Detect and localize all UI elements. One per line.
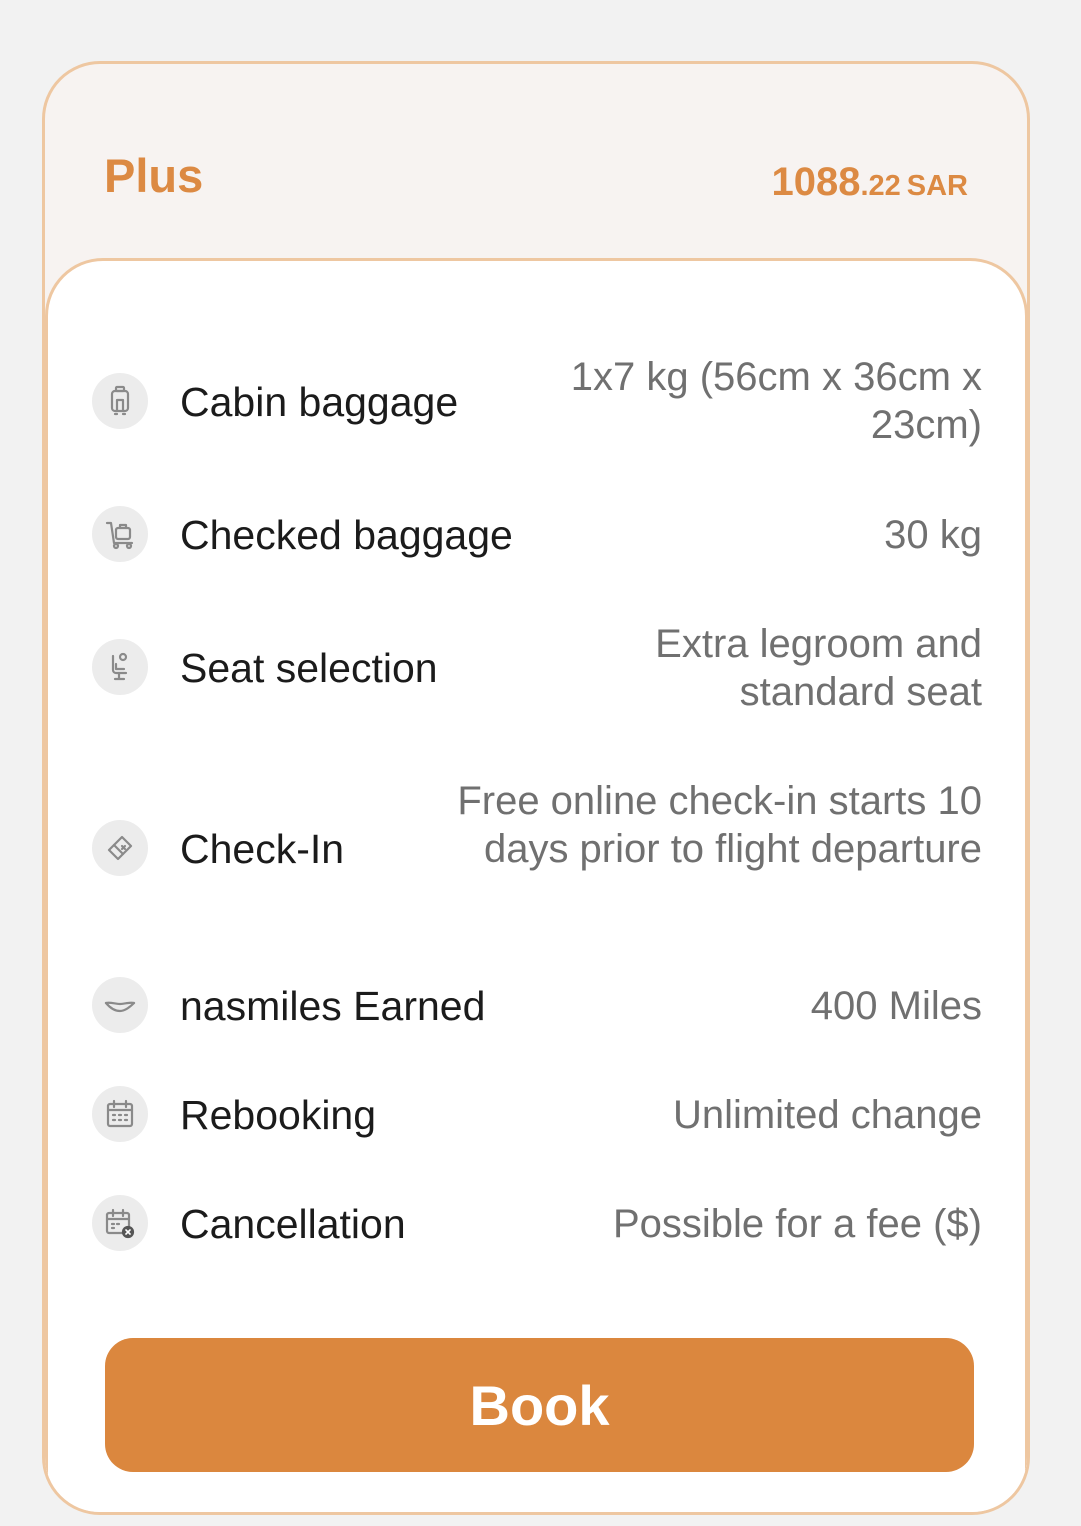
smile-icon <box>92 977 148 1033</box>
price-decimal: .22 <box>860 170 901 202</box>
book-button[interactable]: Book <box>105 1338 974 1472</box>
calendar-cancel-icon <box>92 1195 148 1251</box>
fare-name: Plus <box>104 149 204 202</box>
feature-label: Seat selection <box>180 645 438 691</box>
feature-value: 1x7 kg (56cm x 36cm x 23cm) <box>570 355 982 447</box>
fare-features: Cabin baggage 1x7 kg (56cm x 36cm x 23cm… <box>45 258 1027 1512</box>
feature-value: Extra legroom and standard seat <box>655 622 982 714</box>
price-currency: SAR <box>906 170 968 202</box>
feature-value: Possible for a fee ($) <box>612 1202 982 1246</box>
price-integer: 1088 <box>771 160 861 204</box>
checked-bag-icon <box>92 506 148 562</box>
fare-header: Plus 1088.22 SAR <box>45 64 1027 264</box>
feature-value: Free online check-in starts 10 days prio… <box>457 779 982 871</box>
fare-card: Plus 1088.22 SAR Cabin baggage 1x7 kg (56… <box>42 61 1030 1515</box>
feature-label: Check-In <box>180 826 345 872</box>
feature-value: Unlimited change <box>672 1093 982 1137</box>
fare-price: 1088.22 SAR <box>771 162 968 202</box>
cabin-bag-icon <box>92 373 148 429</box>
feature-value: 30 kg <box>884 513 982 557</box>
calendar-icon <box>92 1086 148 1142</box>
feature-label: Checked baggage <box>180 512 513 558</box>
feature-label: Cabin baggage <box>180 379 459 425</box>
feature-label: nasmiles Earned <box>180 983 486 1029</box>
ticket-icon <box>92 820 148 876</box>
seat-icon <box>92 639 148 695</box>
feature-label: Cancellation <box>180 1201 406 1247</box>
feature-value: 400 Miles <box>810 984 982 1028</box>
feature-label: Rebooking <box>180 1092 377 1138</box>
